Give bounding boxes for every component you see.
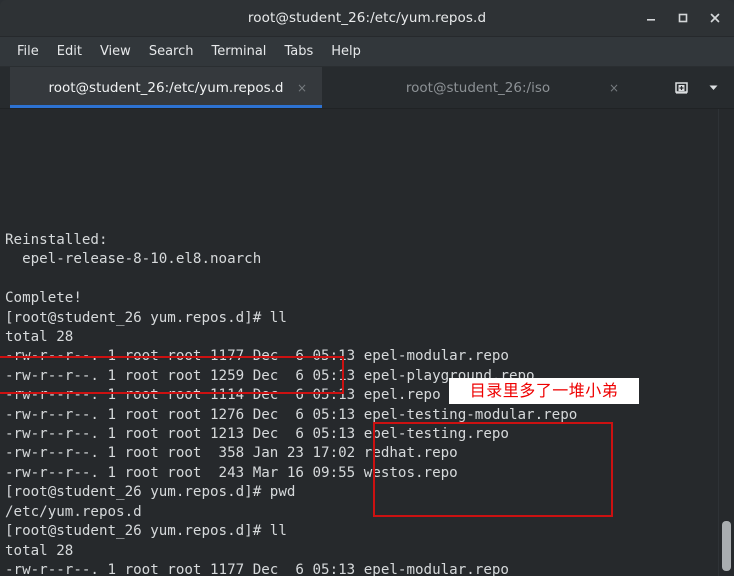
terminal-scrollbar[interactable] <box>718 109 734 576</box>
scrollbar-thumb[interactable] <box>722 521 731 571</box>
tab-close-icon[interactable]: × <box>606 80 622 96</box>
annotation-note: 目录里多了一堆小弟 <box>449 378 639 404</box>
tab-label: root@student_26:/iso <box>405 79 551 96</box>
new-terminal-tab-icon[interactable] <box>666 73 696 103</box>
menu-bar: File Edit View Search Terminal Tabs Help <box>0 37 734 67</box>
menu-item-edit[interactable]: Edit <box>48 41 91 62</box>
window-controls <box>636 0 730 36</box>
minimize-button[interactable] <box>636 4 666 32</box>
tab-iso[interactable]: root@student_26:/iso × <box>322 67 634 108</box>
tab-yum-repos-d[interactable]: root@student_26:/etc/yum.repos.d × <box>10 67 322 108</box>
menu-item-file[interactable]: File <box>8 41 48 62</box>
maximize-button[interactable] <box>668 4 698 32</box>
tab-bar-actions <box>666 67 734 108</box>
menu-item-view[interactable]: View <box>91 41 140 62</box>
tab-bar: root@student_26:/etc/yum.repos.d × root@… <box>0 67 734 109</box>
title-bar: root@student_26:/etc/yum.repos.d <box>0 0 734 37</box>
terminal-output-area[interactable]: Reinstalled: epel-release-8-10.el8.noarc… <box>0 109 734 576</box>
menu-item-tabs[interactable]: Tabs <box>275 41 322 62</box>
close-button[interactable] <box>700 4 730 32</box>
chevron-down-icon[interactable] <box>698 73 728 103</box>
tab-close-icon[interactable]: × <box>294 80 310 96</box>
menu-item-help[interactable]: Help <box>322 41 370 62</box>
tab-label: root@student_26:/etc/yum.repos.d <box>48 79 284 96</box>
window-title: root@student_26:/etc/yum.repos.d <box>247 10 487 26</box>
annotation-note-text: 目录里多了一堆小弟 <box>469 381 619 400</box>
menu-item-search[interactable]: Search <box>140 41 203 62</box>
terminal-window: root@student_26:/etc/yum.repos.d File Ed… <box>0 0 734 576</box>
menu-item-terminal[interactable]: Terminal <box>202 41 275 62</box>
